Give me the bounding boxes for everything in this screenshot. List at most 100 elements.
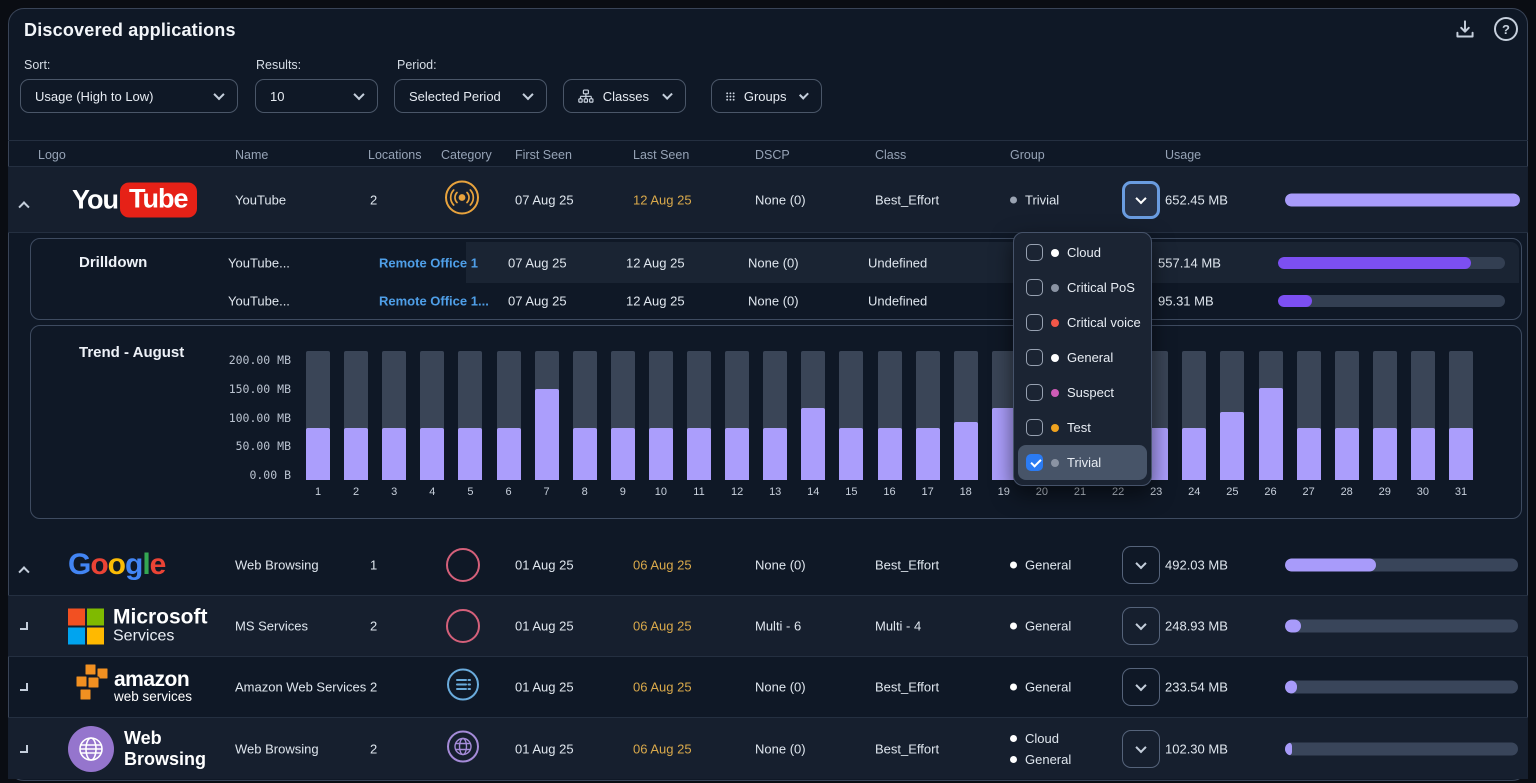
locations-count: 2 [370,192,377,207]
group-dropdown-button[interactable] [1122,546,1160,584]
chart-title: Trend - August [79,344,184,361]
menu-item-critical-voice[interactable]: Critical voice [1014,305,1151,340]
chevron-down-icon [353,89,364,100]
usage-bar [1285,559,1518,572]
results-select-value: 10 [270,89,284,104]
chart-bar [725,351,749,480]
x-axis-tick: 15 [831,486,871,498]
usage-value: 102.30 MB [1165,741,1228,756]
sort-select[interactable]: Usage (High to Low) [20,79,238,113]
group-value: General [1010,680,1071,695]
checkbox[interactable] [1026,244,1043,261]
collapse-chevron-icon[interactable] [18,566,29,577]
expand-chevron-icon[interactable] [20,745,28,753]
collapse-chevron-icon[interactable] [18,201,29,212]
expand-chevron-icon[interactable] [20,683,28,691]
expand-chevron-icon[interactable] [20,622,28,630]
x-axis-tick: 4 [412,486,452,498]
group-dot [1010,735,1017,742]
menu-item-trivial[interactable]: Trivial [1018,445,1147,480]
drilldown-location-link[interactable]: Remote Office 1... [379,294,489,309]
chart-bar [1335,351,1359,480]
group-dot [1051,459,1059,467]
groups-button[interactable]: Groups [711,79,822,113]
group-dot [1010,623,1017,630]
period-select[interactable]: Selected Period [394,79,547,113]
column-header-last-seen: Last Seen [633,148,689,162]
first-seen-date: 01 Aug 25 [515,558,574,573]
usage-value: 233.54 MB [1165,680,1228,695]
y-axis-tick: 0.00 B [171,468,291,482]
menu-item-cloud[interactable]: Cloud [1014,235,1151,270]
group-dropdown-button[interactable] [1122,668,1160,706]
chart-bar [497,351,521,480]
column-header-name: Name [235,148,268,162]
dscp-value: Multi - 6 [755,619,801,634]
last-seen-date: 12 Aug 25 [626,255,685,270]
youtube-logo-text: You [72,184,118,215]
checkbox[interactable] [1026,384,1043,401]
class-value: Multi - 4 [875,619,921,634]
x-axis-tick: 11 [679,486,719,498]
group-dot [1051,389,1059,397]
groups-grid-icon [726,89,735,104]
help-button[interactable]: ? [1494,17,1518,41]
class-value: Best_Effort [875,558,939,573]
x-axis-tick: 16 [870,486,910,498]
chevron-down-icon [1135,192,1146,203]
app-name: Web Browsing [235,558,319,573]
group-dropdown-button[interactable] [1122,730,1160,768]
group-dot [1010,562,1017,569]
classes-button[interactable]: Classes [563,79,686,113]
usage-value: 652.45 MB [1165,192,1228,207]
x-axis-tick: 31 [1441,486,1481,498]
period-label: Period: [397,58,437,72]
x-axis-tick: 17 [908,486,948,498]
usage-bar [1285,193,1520,206]
checkbox[interactable] [1026,279,1043,296]
x-axis-tick: 6 [489,486,529,498]
group-dropdown-menu: Cloud Critical PoS Critical voice Genera… [1013,232,1152,486]
group-dropdown-button[interactable] [1122,181,1160,219]
class-value: Undefined [868,294,927,309]
x-axis-tick: 24 [1174,486,1214,498]
checkbox[interactable] [1026,419,1043,436]
menu-item-critical-pos[interactable]: Critical PoS [1014,270,1151,305]
results-select[interactable]: 10 [255,79,378,113]
app-name: Web Browsing [235,741,319,756]
x-axis-tick: 14 [793,486,833,498]
checkbox[interactable] [1026,349,1043,366]
y-axis-tick: 50.00 MB [171,439,291,453]
chart-bar [954,351,978,480]
chevron-down-icon [662,89,673,100]
last-seen-date: 12 Aug 25 [633,192,692,207]
group-value: General [1010,558,1071,573]
table-row-amazon: amazon web services Amazon Web Services … [8,657,1528,718]
category-globe-icon [446,729,480,768]
chart-bar [458,351,482,480]
first-seen-date: 07 Aug 25 [515,192,574,207]
chart-bar [649,351,673,480]
menu-item-test[interactable]: Test [1014,410,1151,445]
menu-item-suspect[interactable]: Suspect [1014,375,1151,410]
usage-bar [1278,257,1505,269]
x-axis-tick: 26 [1251,486,1291,498]
checkbox-checked[interactable] [1026,454,1043,471]
x-axis-tick: 22 [1098,486,1138,498]
group-dot [1051,354,1059,362]
chart-bar [1411,351,1435,480]
group-dropdown-button[interactable] [1122,607,1160,645]
help-icon: ? [1502,22,1510,37]
menu-item-general[interactable]: General [1014,340,1151,375]
youtube-logo: You Tube [72,182,197,217]
download-button[interactable] [1452,17,1478,48]
chart-y-axis: 200.00 MB150.00 MB100.00 MB50.00 MB0.00 … [171,326,291,520]
last-seen-date: 06 Aug 25 [633,680,692,695]
checkbox[interactable] [1026,314,1043,331]
x-axis-tick: 21 [1060,486,1100,498]
x-axis-tick: 13 [755,486,795,498]
drilldown-location-link[interactable]: Remote Office 1 [379,255,478,270]
chart-bar [1220,351,1244,480]
microsoft-logo: Microsoft Services [68,607,208,646]
microsoft-logo-text: Microsoft [113,607,208,628]
